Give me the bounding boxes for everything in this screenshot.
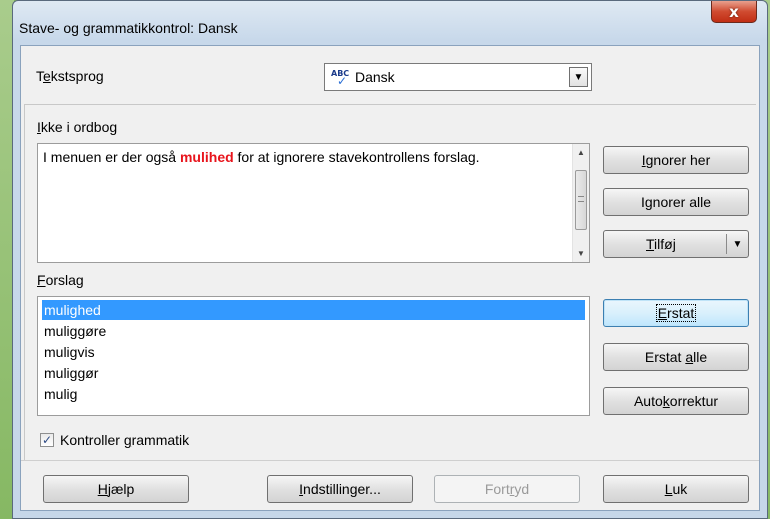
check-grammar-checkbox[interactable]: ✓ — [40, 433, 54, 447]
chevron-down-icon: ▼ — [573, 71, 584, 83]
suggestions-list[interactable]: mulighed muliggøre muligvis muliggør mul… — [37, 296, 590, 416]
close-button[interactable]: Luk — [603, 475, 749, 503]
replace-button[interactable]: Erstat — [603, 299, 749, 327]
suggestions-label: Forslag — [37, 272, 84, 288]
add-dropdown-arrow[interactable]: ▼ — [726, 234, 748, 254]
spellcheck-language-icon: ABC ✓ — [331, 69, 350, 88]
suggestion-item[interactable]: muliggør — [42, 363, 585, 383]
options-button[interactable]: Indstillinger... — [267, 475, 413, 503]
undo-button[interactable]: Fortryd — [434, 475, 580, 503]
language-value: Dansk — [355, 69, 395, 85]
scroll-up-icon[interactable]: ▲ — [577, 148, 585, 157]
suggestion-item[interactable]: muliggøre — [42, 321, 585, 341]
language-dropdown-button[interactable]: ▼ — [569, 67, 588, 87]
window-title: Stave- og grammatikkontrol: Dansk — [19, 20, 238, 36]
add-to-dictionary-button[interactable]: Tilføj ▼ — [603, 230, 749, 258]
replace-all-button[interactable]: Erstat alle — [603, 343, 749, 371]
sentence-text: I menuen er der også mulihed for at igno… — [43, 149, 480, 165]
autocorrect-button[interactable]: Autokorrektur — [603, 387, 749, 415]
scrollbar-thumb[interactable] — [575, 170, 587, 230]
scroll-down-icon[interactable]: ▼ — [577, 249, 585, 258]
language-select[interactable]: ABC ✓ Dansk ▼ — [324, 63, 592, 91]
ignore-once-button[interactable]: Ignorer her — [603, 146, 749, 174]
misspelled-word: mulihed — [179, 149, 234, 165]
close-icon: x — [729, 2, 739, 21]
dialog-body: Tekstsprog ABC ✓ Dansk ▼ Ikke i ordbog I… — [20, 45, 760, 511]
help-button[interactable]: Hjælp — [43, 475, 189, 503]
close-window-button[interactable]: x — [711, 1, 757, 23]
ignore-all-button[interactable]: Ignorer alle — [603, 188, 749, 216]
title-bar[interactable]: Stave- og grammatikkontrol: Dansk x — [13, 1, 767, 45]
suggestion-item[interactable]: mulig — [42, 384, 585, 404]
sentence-textbox[interactable]: I menuen er der også mulihed for at igno… — [37, 143, 590, 263]
chevron-down-icon: ▼ — [732, 238, 743, 250]
checkmark-icon: ✓ — [41, 433, 53, 447]
check-grammar-label[interactable]: Kontroller grammatik — [60, 432, 189, 448]
spellcheck-dialog: Stave- og grammatikkontrol: Dansk x Teks… — [12, 0, 768, 519]
suggestion-item[interactable]: mulighed — [42, 300, 585, 320]
vertical-scrollbar[interactable]: ▲ ▼ — [572, 144, 589, 262]
text-language-label: Tekstsprog — [36, 68, 104, 84]
not-in-dictionary-label: Ikke i ordbog — [37, 119, 118, 135]
suggestion-item[interactable]: muligvis — [42, 342, 585, 362]
